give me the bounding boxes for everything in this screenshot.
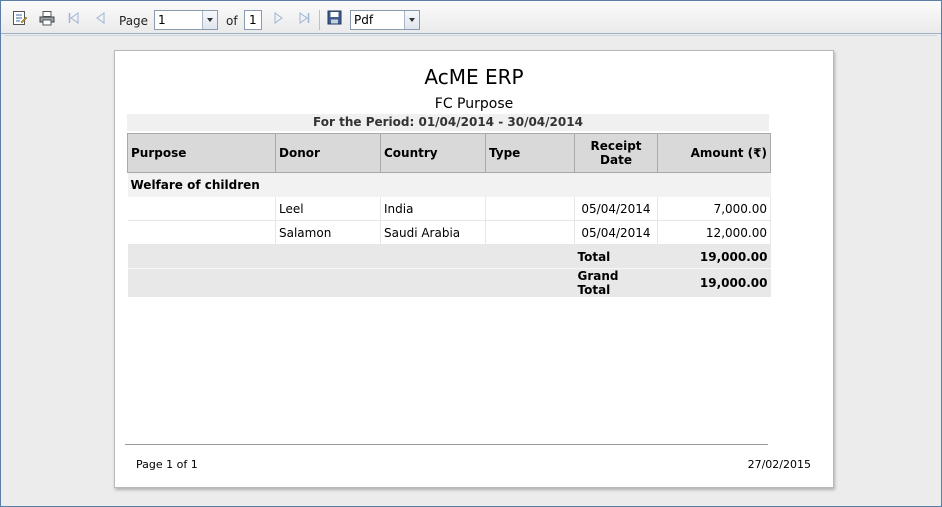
cell-donor: Leel [275,197,381,221]
cell-type [485,197,575,221]
footer-divider [125,444,768,445]
page-number-value: 1 [158,13,166,27]
document-map-icon[interactable] [11,9,29,26]
table-row: Salamon Saudi Arabia 05/04/2014 12,000.0… [127,220,771,245]
column-header-donor: Donor [275,133,381,173]
table-row: Leel India 05/04/2014 7,000.00 [127,197,771,221]
page-label: Page [119,14,149,28]
cell-date: 05/04/2014 [574,220,658,245]
cell-country: India [380,197,486,221]
export-format-select[interactable]: Pdf [350,10,420,30]
cell-purpose [127,197,276,221]
grand-total-label: Grand Total [574,268,658,297]
column-header-type: Type [485,133,575,173]
chevron-down-icon[interactable] [404,11,419,29]
total-pages-value: 1 [249,13,257,27]
group-row: Welfare of children [127,172,771,197]
print-icon[interactable] [37,9,57,26]
report-page: AcME ERP FC Purpose For the Period: 01/0… [114,50,834,488]
report-viewer: Page 1 of 1 Pdf AcME ERP FC Purpose For … [0,0,942,507]
next-page-icon[interactable] [270,9,286,26]
group-label: Welfare of children [127,172,771,197]
report-title: AcME ERP [424,65,524,89]
footer-date: 27/02/2015 [747,458,811,471]
report-subtitle: FC Purpose [434,96,514,112]
cell-date: 05/04/2014 [574,197,658,221]
total-label: Total [574,244,658,269]
footer-page-number: Page 1 of 1 [136,458,198,471]
grand-total-value: 19,000.00 [657,268,771,297]
of-label: of [226,14,238,28]
chevron-down-icon[interactable] [202,11,217,29]
prev-page-icon[interactable] [93,9,109,26]
column-header-country: Country [380,133,486,173]
column-header-receipt-date: Receipt Date [574,133,658,173]
total-value: 19,000.00 [657,244,771,269]
table-header-row: Purpose Donor Country Type Receipt Date … [127,133,771,173]
save-icon[interactable] [326,9,343,26]
cell-donor: Salamon [275,220,381,245]
export-format-value: Pdf [354,13,374,27]
page-number-select[interactable]: 1 [154,10,218,30]
cell-country: Saudi Arabia [380,220,486,245]
cell-purpose [127,220,276,245]
cell-amount: 7,000.00 [657,197,771,221]
column-header-amount: Amount (₹) [657,133,771,173]
column-header-purpose: Purpose [127,133,276,173]
last-page-icon[interactable] [296,9,312,26]
report-toolbar: Page 1 of 1 Pdf [1,1,941,34]
toolbar-separator [319,10,320,30]
grand-total-row: Grand Total 19,000.00 [127,268,771,297]
total-row: Total 19,000.00 [127,244,771,269]
first-page-icon[interactable] [66,9,82,26]
report-table: Purpose Donor Country Type Receipt Date … [127,133,771,297]
report-period: For the Period: 01/04/2014 - 30/04/2014 [127,114,769,131]
total-pages-field: 1 [244,10,262,30]
cell-amount: 12,000.00 [657,220,771,245]
cell-type [485,220,575,245]
